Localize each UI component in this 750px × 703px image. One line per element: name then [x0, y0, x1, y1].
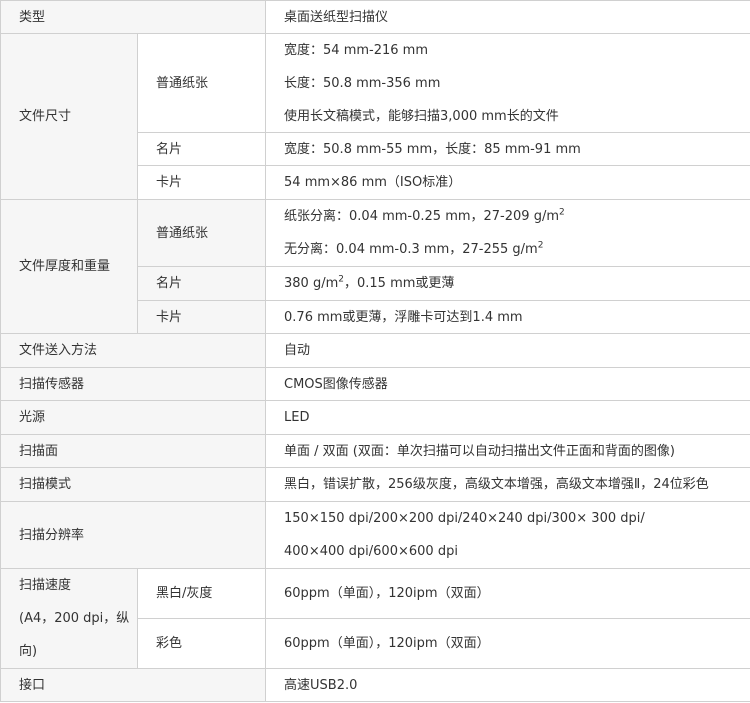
sub-label-card-thickness: 卡片 — [136, 300, 267, 334]
speed-label-line-2: (A4，200 dpi，纵 — [19, 611, 130, 626]
resolution-line-2: 400×400 dpi/600×600 dpi — [284, 544, 458, 559]
sub-label-speed-bw: 黑白/灰度 — [136, 568, 267, 619]
sub-label-card: 卡片 — [136, 165, 267, 200]
row-label-speed: 扫描速度 (A4，200 dpi，纵 向) — [0, 568, 138, 669]
row-value-light: LED — [265, 400, 750, 435]
row-value-speed-color: 60ppm（单面），120ipm（双面） — [265, 618, 750, 669]
speed-label-line-1: 扫描速度 — [19, 578, 72, 593]
table-row: 光源 LED — [0, 400, 750, 435]
row-label-mode: 扫描模式 — [0, 467, 267, 502]
row-value-interface: 高速USB2.0 — [265, 668, 750, 702]
row-label-feed: 文件送入方法 — [0, 333, 267, 368]
sub-label-business-card-thickness: 名片 — [136, 266, 267, 301]
sub-label-plain-paper-thickness: 普通纸张 — [136, 199, 267, 267]
row-label-resolution: 扫描分辨率 — [0, 501, 267, 569]
row-label-doc-size: 文件尺寸 — [0, 33, 138, 200]
table-row: 文件送入方法 自动 — [0, 333, 750, 368]
table-row: 文件尺寸 普通纸张 宽度：54 mm-216 mm 长度：50.8 mm-356… — [0, 33, 750, 200]
plain-long-mode: 使用长文稿模式，能够扫描3,000 mm长的文件 — [284, 108, 559, 124]
row-value-business-card-size: 宽度：50.8 mm-55 mm，长度：85 mm-91 mm — [265, 132, 750, 166]
table-row: 扫描模式 黑白，错误扩散，256级灰度，高级文本增强，高级文本增强Ⅱ，24位彩色 — [0, 467, 750, 502]
row-label-interface: 接口 — [0, 668, 267, 702]
row-label-side: 扫描面 — [0, 434, 267, 468]
row-label-light: 光源 — [0, 400, 267, 435]
row-label-sensor: 扫描传感器 — [0, 367, 267, 401]
row-value-card-thickness: 0.76 mm或更薄，浮雕卡可达到1.4 mm — [265, 300, 750, 334]
row-value-feed: 自动 — [265, 333, 750, 368]
spec-table: 类型 桌面送纸型扫描仪 文件尺寸 普通纸张 宽度：54 mm-216 mm 长度… — [0, 0, 750, 702]
row-label-thickness: 文件厚度和重量 — [0, 199, 138, 334]
table-row: 扫描速度 (A4，200 dpi，纵 向) 黑白/灰度 60ppm（单面），12… — [0, 568, 750, 669]
plain-width: 宽度：54 mm-216 mm — [284, 42, 428, 58]
speed-label-line-3: 向) — [19, 644, 38, 659]
row-value-mode: 黑白，错误扩散，256级灰度，高级文本增强，高级文本增强Ⅱ，24位彩色 — [265, 467, 750, 502]
sub-label-plain-paper: 普通纸张 — [136, 33, 267, 133]
table-row: 扫描面 单面 / 双面 (双面：单次扫描可以自动扫描出文件正面和背面的图像) — [0, 434, 750, 468]
row-value-card-size: 54 mm×86 mm（ISO标准） — [265, 165, 750, 200]
row-value-resolution: 150×150 dpi/200×200 dpi/240×240 dpi/300×… — [265, 501, 750, 569]
table-row: 类型 桌面送纸型扫描仪 — [0, 0, 750, 34]
row-value-sensor: CMOS图像传感器 — [265, 367, 750, 401]
sub-label-business-card: 名片 — [136, 132, 267, 166]
row-label-type: 类型 — [0, 0, 267, 34]
separated-thickness: 纸张分离：0.04 mm-0.25 mm，27-209 g/m2 — [284, 207, 565, 224]
unseparated-thickness: 无分离：0.04 mm-0.3 mm，27-255 g/m2 — [284, 240, 544, 257]
table-row: 扫描传感器 CMOS图像传感器 — [0, 367, 750, 401]
row-value-business-card-thickness: 380 g/m2，0.15 mm或更薄 — [265, 266, 750, 301]
sub-label-speed-color: 彩色 — [136, 618, 267, 669]
row-value-plain-paper-size: 宽度：54 mm-216 mm 长度：50.8 mm-356 mm 使用长文稿模… — [265, 33, 750, 133]
table-row: 文件厚度和重量 普通纸张 纸张分离：0.04 mm-0.25 mm，27-209… — [0, 199, 750, 334]
row-value-type: 桌面送纸型扫描仪 — [265, 0, 750, 34]
resolution-line-1: 150×150 dpi/200×200 dpi/240×240 dpi/300×… — [284, 511, 645, 526]
row-value-side: 单面 / 双面 (双面：单次扫描可以自动扫描出文件正面和背面的图像) — [265, 434, 750, 468]
row-value-plain-paper-thickness: 纸张分离：0.04 mm-0.25 mm，27-209 g/m2 无分离：0.0… — [265, 199, 750, 267]
plain-length: 长度：50.8 mm-356 mm — [284, 75, 441, 91]
row-value-speed-bw: 60ppm（单面），120ipm（双面） — [265, 568, 750, 619]
table-row: 接口 高速USB2.0 — [0, 668, 750, 702]
table-row: 扫描分辨率 150×150 dpi/200×200 dpi/240×240 dp… — [0, 501, 750, 569]
